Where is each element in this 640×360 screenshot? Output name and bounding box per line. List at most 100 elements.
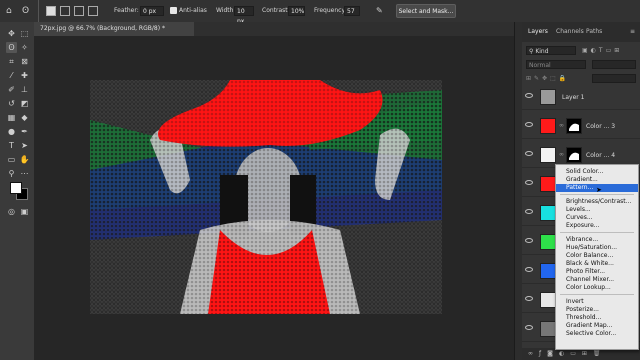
path-select-tool-icon[interactable]: ➤ [19,140,30,151]
visibility-eye-icon[interactable] [525,238,533,243]
mask-link-icon[interactable]: ∞ [559,151,564,158]
intersect-selection-icon[interactable] [88,6,98,16]
layer-mask-thumbnail[interactable] [566,147,582,163]
mask-link-icon[interactable]: ∞ [559,122,564,129]
filter-kind-dropdown[interactable]: ⚲ Kind [526,46,576,55]
pen-tool-icon[interactable]: ✒ [19,126,30,137]
healing-tool-icon[interactable]: ✚ [19,70,30,81]
gradient-tool-icon[interactable]: ▦ [6,112,17,123]
menu-item[interactable]: Gradient Map... [556,322,638,330]
subtract-selection-icon[interactable] [74,6,84,16]
menu-item[interactable]: Solid Color... [556,168,638,176]
layer-thumbnail[interactable] [540,321,556,337]
menu-item[interactable]: Black & White... [556,260,638,268]
stamp-tool-icon[interactable]: ⊥ [19,84,30,95]
contrast-field[interactable]: 10% [288,6,305,16]
frequency-field[interactable]: 57 [344,6,360,16]
menu-item[interactable]: Brightness/Contrast... [556,198,638,206]
crop-tool-icon[interactable]: ⌗ [6,56,17,67]
marquee-tool-icon[interactable]: ⬚ [19,28,30,39]
antialias-checkbox[interactable] [170,7,177,14]
new-layer-icon[interactable]: ⊞ [582,350,593,357]
layer-thumbnail[interactable] [540,263,556,279]
blur-tool-icon[interactable]: ◆ [19,112,30,123]
visibility-eye-icon[interactable] [525,296,533,301]
shape-tool-icon[interactable]: ▭ [6,154,17,165]
visibility-eye-icon[interactable] [525,180,533,185]
menu-item[interactable]: Invert [556,298,638,306]
panel-menu-icon[interactable]: ≡ [630,22,635,42]
tab-layers[interactable]: Layers [528,22,548,42]
document-tab[interactable]: 72px.jpg @ 66.7% (Background, RGB/8) * [34,22,194,36]
brush-tool-icon[interactable]: ✐ [6,84,17,95]
screen-mode-icon[interactable]: ▣ [19,206,30,217]
opacity-field[interactable] [592,60,636,69]
add-selection-icon[interactable] [60,6,70,16]
menu-item[interactable]: Photo Filter... [556,268,638,276]
layer-row[interactable]: Layer 1 [522,86,640,110]
width-field[interactable]: 10 px [234,6,254,25]
fx-icon[interactable]: ƒ [539,350,547,357]
new-adjustment-icon[interactable]: ◐ [559,350,570,357]
filter-icons[interactable]: ▣◐T▭⊞ [582,46,636,55]
visibility-eye-icon[interactable] [525,151,533,156]
lasso-tool-icon[interactable]: ʘ [6,42,17,53]
new-group-icon[interactable]: ▭ [570,350,582,357]
new-selection-icon[interactable] [46,6,56,16]
tab-paths[interactable]: Paths [586,22,602,42]
type-tool-icon[interactable]: T [6,140,17,151]
layer-thumbnail[interactable] [540,292,556,308]
home-icon[interactable]: ⌂ [6,0,12,22]
menu-item[interactable]: Posterize... [556,306,638,314]
zoom-tool-icon[interactable]: ⚲ [6,168,17,179]
menu-item[interactable]: Selective Color... [556,330,638,338]
menu-item[interactable]: Curves... [556,214,638,222]
visibility-eye-icon[interactable] [525,122,533,127]
lock-icons[interactable]: ⊞✎✥⬚🔒 [526,74,586,83]
visibility-eye-icon[interactable] [525,325,533,330]
move-tool-icon[interactable]: ✥ [6,28,17,39]
visibility-eye-icon[interactable] [525,93,533,98]
layer-thumbnail[interactable] [540,147,556,163]
eyedropper-tool-icon[interactable]: ⁄ [6,70,17,81]
layer-row[interactable]: ∞ Color ... 3 [522,115,640,139]
history-brush-tool-icon[interactable]: ↺ [6,98,17,109]
canvas-area[interactable] [34,36,514,360]
tab-channels[interactable]: Channels [556,22,584,42]
menu-item[interactable]: Color Balance... [556,252,638,260]
menu-item[interactable]: Gradient... [556,176,638,184]
feather-field[interactable]: 0 px [140,6,164,16]
layer-mask-thumbnail[interactable] [566,118,582,134]
layer-thumbnail[interactable] [540,118,556,134]
blend-mode-dropdown[interactable]: Normal [526,60,586,69]
hand-tool-icon[interactable]: ✋ [19,154,30,165]
select-and-mask-button[interactable]: Select and Mask... [396,4,456,18]
menu-item[interactable]: Levels... [556,206,638,214]
layer-thumbnail[interactable] [540,205,556,221]
lasso-preset-icon[interactable]: ʘ [22,0,29,22]
visibility-eye-icon[interactable] [525,267,533,272]
add-mask-icon[interactable]: ◙ [547,350,559,357]
document-image[interactable] [90,80,442,314]
menu-item[interactable]: Hue/Saturation... [556,244,638,252]
layer-thumbnail[interactable] [540,234,556,250]
menu-item[interactable]: Vibrance... [556,236,638,244]
fill-field[interactable] [592,74,636,83]
eraser-tool-icon[interactable]: ◩ [19,98,30,109]
dodge-tool-icon[interactable]: ● [6,126,17,137]
visibility-eye-icon[interactable] [525,209,533,214]
menu-item[interactable]: Color Lookup... [556,284,638,292]
quick-mask-icon[interactable]: ◎ [6,206,17,217]
frame-tool-icon[interactable]: ⊠ [19,56,30,67]
layer-thumbnail[interactable] [540,176,556,192]
quick-select-tool-icon[interactable]: ✧ [19,42,30,53]
foreground-color-swatch[interactable] [10,182,22,194]
menu-item[interactable]: Threshold... [556,314,638,322]
stylus-pressure-icon[interactable]: ✎ [376,0,383,22]
more-tools-icon[interactable]: ⋯ [19,168,30,179]
layer-thumbnail[interactable] [540,89,556,105]
menu-item[interactable]: Exposure... [556,222,638,230]
link-layers-icon[interactable]: ∞ [528,350,539,357]
menu-item[interactable]: Channel Mixer... [556,276,638,284]
delete-layer-icon[interactable]: 🗑 [593,350,607,357]
